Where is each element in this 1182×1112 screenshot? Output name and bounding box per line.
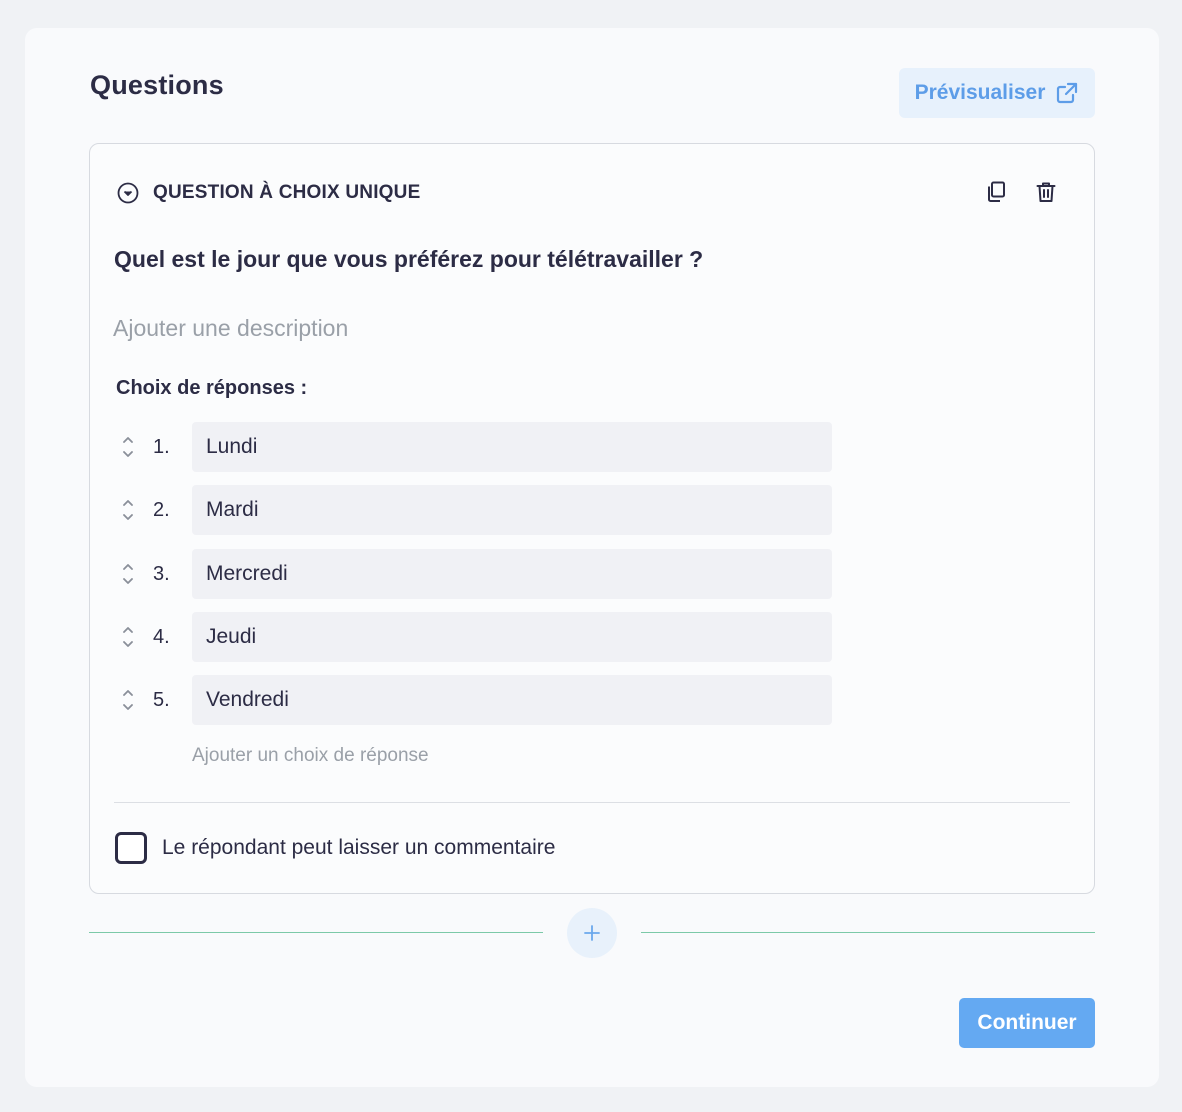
trash-icon xyxy=(1036,182,1056,202)
choice-row: 5. xyxy=(90,675,850,725)
choice-row: 3. xyxy=(90,549,850,599)
add-choice-link[interactable]: Ajouter un choix de réponse xyxy=(192,745,429,767)
preview-button-label: Prévisualiser xyxy=(914,81,1046,104)
comment-checkbox[interactable] xyxy=(115,832,147,864)
choice-row: 4. xyxy=(90,612,850,662)
choice-input[interactable] xyxy=(192,485,832,535)
separator-line-right xyxy=(641,932,1095,933)
choice-number: 4. xyxy=(153,626,170,648)
choice-number: 5. xyxy=(153,689,170,711)
chevron-down-circle-icon xyxy=(117,182,139,204)
card-actions xyxy=(984,180,1058,204)
separator-line-left xyxy=(89,932,543,933)
page-title: Questions xyxy=(90,70,224,100)
choice-number: 3. xyxy=(153,563,170,585)
question-card: QUESTION À CHOIX UNIQUE Quel est le jour… xyxy=(89,143,1095,894)
question-type-header[interactable]: QUESTION À CHOIX UNIQUE xyxy=(116,181,420,205)
drag-handle-icon[interactable] xyxy=(120,687,136,713)
drag-handle-icon[interactable] xyxy=(120,624,136,650)
questions-panel: Questions Prévisualiser QUESTION À CHOIX… xyxy=(25,28,1159,1087)
drag-handle-icon[interactable] xyxy=(120,561,136,587)
card-divider xyxy=(114,802,1070,803)
duplicate-button[interactable] xyxy=(984,180,1008,204)
choice-row: 2. xyxy=(90,485,850,535)
choice-input[interactable] xyxy=(192,549,832,599)
continue-button[interactable]: Continuer xyxy=(959,998,1095,1048)
question-text[interactable]: Quel est le jour que vous préférez pour … xyxy=(114,246,703,273)
choices-label: Choix de réponses : xyxy=(116,377,308,399)
add-question-button[interactable] xyxy=(567,908,617,958)
choice-number: 2. xyxy=(153,499,170,521)
external-link-icon xyxy=(1057,82,1078,104)
drag-handle-icon[interactable] xyxy=(120,497,136,523)
description-input[interactable] xyxy=(113,308,813,348)
choice-input[interactable] xyxy=(192,675,832,725)
choice-number: 1. xyxy=(153,436,170,458)
choice-input[interactable] xyxy=(192,422,832,472)
comment-label[interactable]: Le répondant peut laisser un commentaire xyxy=(162,836,555,860)
comment-option: Le répondant peut laisser un commentaire xyxy=(115,832,555,864)
delete-button[interactable] xyxy=(1034,180,1058,204)
question-type-label: QUESTION À CHOIX UNIQUE xyxy=(153,182,421,203)
drag-handle-icon[interactable] xyxy=(120,434,136,460)
choice-input[interactable] xyxy=(192,612,832,662)
choice-row: 1. xyxy=(90,422,850,472)
preview-button[interactable]: Prévisualiser xyxy=(899,68,1095,118)
copy-icon xyxy=(988,181,1005,202)
plus-icon xyxy=(584,925,600,941)
